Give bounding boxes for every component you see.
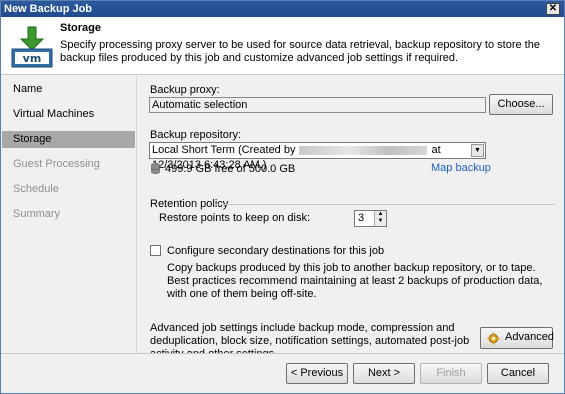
window-title: New Backup Job <box>4 3 93 15</box>
retention-divider <box>215 204 555 205</box>
new-backup-job-window: New Backup Job ✕ vm Storage Specify proc… <box>0 0 565 394</box>
sidebar-item-schedule: Schedule <box>13 183 59 195</box>
redacted-username <box>299 145 428 155</box>
restore-points-label: Restore points to keep on disk: <box>159 212 311 224</box>
repo-value-prefix: Local Short Term (Created by <box>152 144 296 156</box>
wizard-header: vm Storage Specify processing proxy serv… <box>1 17 564 75</box>
restore-points-stepper[interactable]: 3 ▲ ▼ <box>354 210 387 227</box>
next-button[interactable]: Next > <box>353 363 415 384</box>
repository-free-space: 499.9 GB free of 500.0 GB <box>165 163 296 175</box>
sidebar-item-name[interactable]: Name <box>2 81 135 98</box>
vm-icon-text: vm <box>23 52 42 65</box>
sidebar-item-virtual-machines[interactable]: Virtual Machines <box>2 106 135 123</box>
secondary-destinations-label[interactable]: Configure secondary destinations for thi… <box>167 245 384 257</box>
sidebar-item-storage[interactable]: Storage <box>2 131 135 148</box>
gear-icon <box>487 332 500 345</box>
wizard-sidebar: Name Virtual Machines Storage Guest Proc… <box>1 76 136 353</box>
map-backup-link[interactable]: Map backup <box>431 162 491 174</box>
cancel-button[interactable]: Cancel <box>487 363 549 384</box>
window-titlebar: New Backup Job ✕ <box>1 1 564 17</box>
page-title: Storage <box>60 22 101 34</box>
close-icon[interactable]: ✕ <box>546 3 560 15</box>
vm-storage-icon: vm <box>11 26 53 68</box>
choose-proxy-button[interactable]: Choose... <box>489 94 553 115</box>
advanced-button-label: Advanced <box>505 331 554 343</box>
restore-points-value: 3 <box>358 212 365 224</box>
sidebar-item-summary: Summary <box>13 208 61 220</box>
secondary-destinations-description: Copy backups produced by this job to ano… <box>167 262 543 300</box>
storage-panel: Backup proxy: Automatic selection Choose… <box>136 76 564 360</box>
page-description: Specify processing proxy server to be us… <box>60 39 540 64</box>
advanced-button[interactable]: Advanced <box>480 327 554 349</box>
backup-proxy-field[interactable]: Automatic selection <box>149 97 486 113</box>
wizard-footer: < Previous Next > Finish Cancel <box>1 353 564 393</box>
backup-repository-select[interactable]: Local Short Term (Created by at 12/3/2013… <box>149 142 486 171</box>
finish-button: Finish <box>420 363 482 384</box>
chevron-down-icon[interactable]: ▼ <box>471 144 484 157</box>
backup-repository-label: Backup repository: <box>150 129 242 141</box>
secondary-destinations-checkbox[interactable] <box>150 245 161 256</box>
backup-proxy-label: Backup proxy: <box>150 84 220 96</box>
sidebar-item-guest-processing: Guest Processing <box>13 158 100 170</box>
previous-button[interactable]: < Previous <box>286 363 348 384</box>
database-icon <box>151 163 160 174</box>
stepper-arrows-icon[interactable]: ▲ ▼ <box>374 211 386 226</box>
